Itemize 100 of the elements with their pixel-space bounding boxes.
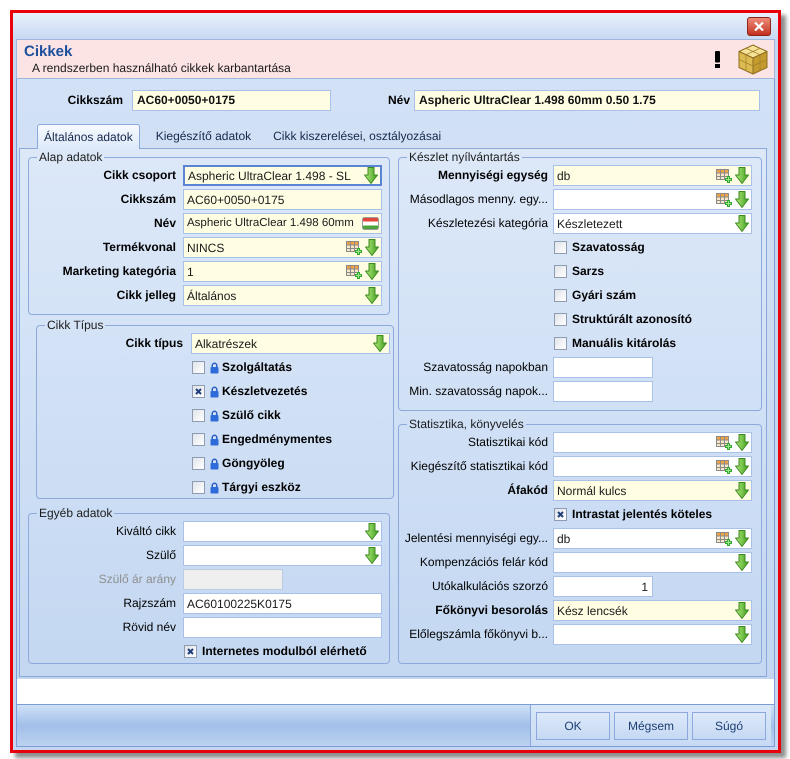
down-arrow-icon[interactable] xyxy=(365,287,379,304)
text-field[interactable]: Aspheric UltraClear 1.498 60mm 0.50 1.75 xyxy=(414,90,760,110)
checkbox[interactable] xyxy=(192,361,205,374)
group-title: Statisztika, könyvelés xyxy=(408,417,525,432)
dropdown-field[interactable]: Normál kulcs xyxy=(553,480,752,501)
cross-mark-icon xyxy=(187,648,194,655)
down-arrow-icon[interactable] xyxy=(735,530,749,547)
close-button[interactable] xyxy=(747,16,771,36)
lookup-field[interactable] xyxy=(553,189,752,210)
down-arrow-icon[interactable] xyxy=(735,626,749,643)
field-label: Készletezési kategória xyxy=(428,216,548,231)
dropdown-field[interactable] xyxy=(553,624,752,645)
down-arrow-icon[interactable] xyxy=(373,335,387,352)
field-label: Statisztikai kód xyxy=(468,435,548,450)
checkbox[interactable] xyxy=(554,337,567,350)
grid-add-icon[interactable] xyxy=(346,240,362,254)
text-field[interactable]: AC60+0050+0175 xyxy=(132,90,331,110)
dialog-button[interactable]: Súgó xyxy=(692,712,766,740)
dropdown-field[interactable] xyxy=(183,521,382,542)
checkbox-label: Struktúrált azonosító xyxy=(572,312,692,327)
checkbox-label: Készletvezetés xyxy=(222,384,308,399)
checkbox[interactable] xyxy=(554,265,567,278)
tab[interactable]: Kiegészítő adatok xyxy=(150,124,258,148)
field-label: Másodlagos menny. egy... xyxy=(410,192,548,207)
checkbox[interactable] xyxy=(192,433,205,446)
down-arrow-icon[interactable] xyxy=(364,167,378,184)
dropdown-field[interactable]: Kész lencsék xyxy=(553,600,752,621)
down-arrow-icon[interactable] xyxy=(735,458,749,475)
grid-add-icon[interactable] xyxy=(716,460,732,474)
dropdown-field[interactable]: Alkatrészek xyxy=(191,333,390,354)
checkbox[interactable] xyxy=(554,508,567,521)
field-label: Név xyxy=(388,92,410,109)
grid-add-icon[interactable] xyxy=(716,436,732,450)
flag-icon[interactable] xyxy=(362,217,379,230)
page-title: Cikkek xyxy=(24,42,74,60)
checkbox-label: Göngyöleg xyxy=(222,456,285,471)
field-label: Termékvonal xyxy=(102,240,176,255)
grid-add-icon[interactable] xyxy=(716,532,732,546)
down-arrow-icon[interactable] xyxy=(735,191,749,208)
group-title: Készlet nyílvántartás xyxy=(408,150,521,165)
checkbox[interactable] xyxy=(554,289,567,302)
down-arrow-icon[interactable] xyxy=(365,547,379,564)
down-arrow-icon[interactable] xyxy=(365,263,379,280)
down-arrow-icon[interactable] xyxy=(735,554,749,571)
down-arrow-icon[interactable] xyxy=(735,167,749,184)
text-field[interactable]: Aspheric UltraClear 1.498 60mm xyxy=(183,213,382,234)
down-arrow-icon[interactable] xyxy=(365,239,379,256)
checkbox[interactable] xyxy=(192,409,205,422)
checkbox-label: Engedménymentes xyxy=(222,432,332,447)
tab[interactable]: Általános adatok xyxy=(37,124,140,149)
dropdown-field[interactable] xyxy=(553,552,752,573)
group-title: Alap adatok xyxy=(38,150,104,165)
field-label: Min. szavatosság napok... xyxy=(409,384,548,399)
field-label: Cikk jelleg xyxy=(116,288,176,303)
dropdown-field[interactable] xyxy=(183,545,382,566)
lookup-field[interactable]: 1 xyxy=(183,261,382,282)
group-title: Egyéb adatok xyxy=(38,506,114,521)
field-label: Rajzszám xyxy=(123,596,176,611)
grid-add-icon[interactable] xyxy=(716,168,732,182)
lookup-field[interactable] xyxy=(553,432,752,453)
text-field[interactable] xyxy=(553,357,653,378)
dropdown-field[interactable]: Készletezett xyxy=(553,213,752,234)
dropdown-field[interactable]: Általános xyxy=(183,285,382,306)
checkbox[interactable] xyxy=(554,241,567,254)
field-label: Előlegszámla főkönyvi b... xyxy=(409,627,548,642)
grid-add-icon[interactable] xyxy=(346,264,362,278)
field-label: Szülő ár arány xyxy=(98,572,176,587)
down-arrow-icon[interactable] xyxy=(735,434,749,451)
dialog-button[interactable]: Mégsem xyxy=(614,712,688,740)
down-arrow-icon[interactable] xyxy=(735,482,749,499)
text-field[interactable]: AC60100225K0175 xyxy=(183,593,382,614)
checkbox[interactable] xyxy=(192,457,205,470)
field-label: Áfakód xyxy=(507,483,548,498)
text-field[interactable] xyxy=(183,617,382,638)
checkbox-label: Internetes modulból elérhető xyxy=(202,644,367,659)
lookup-field[interactable]: NINCS xyxy=(183,237,382,258)
lookup-field[interactable]: db xyxy=(553,165,752,186)
grid-add-icon[interactable] xyxy=(716,192,732,206)
text-field[interactable] xyxy=(553,381,653,402)
number-field[interactable]: 1 xyxy=(553,576,653,597)
text-field[interactable]: AC60+0050+0175 xyxy=(183,189,382,210)
down-arrow-icon[interactable] xyxy=(735,602,749,619)
field-label: Kompenzációs felár kód xyxy=(420,555,548,570)
down-arrow-icon[interactable] xyxy=(735,215,749,232)
checkbox-label: Szolgáltatás xyxy=(222,360,292,375)
field-label: Rövid név xyxy=(122,620,176,635)
dropdown-field[interactable]: Aspheric UltraClear 1.498 - SL xyxy=(183,165,382,186)
dialog-button[interactable]: OK xyxy=(536,712,610,740)
checkbox[interactable] xyxy=(554,313,567,326)
checkbox[interactable] xyxy=(192,385,205,398)
tab[interactable]: Cikk kiszerelései, osztályozásai xyxy=(267,124,448,148)
down-arrow-icon[interactable] xyxy=(365,523,379,540)
checkbox[interactable] xyxy=(184,645,197,658)
checkbox-label: Szavatosság xyxy=(572,240,645,255)
lookup-field[interactable]: db xyxy=(553,528,752,549)
checkbox[interactable] xyxy=(192,481,205,494)
field-label: Jelentési mennyiségi egy... xyxy=(404,531,548,546)
field-label: Szülő xyxy=(146,548,176,563)
lookup-field[interactable] xyxy=(553,456,752,477)
field-label: Cikk típus xyxy=(126,336,183,351)
